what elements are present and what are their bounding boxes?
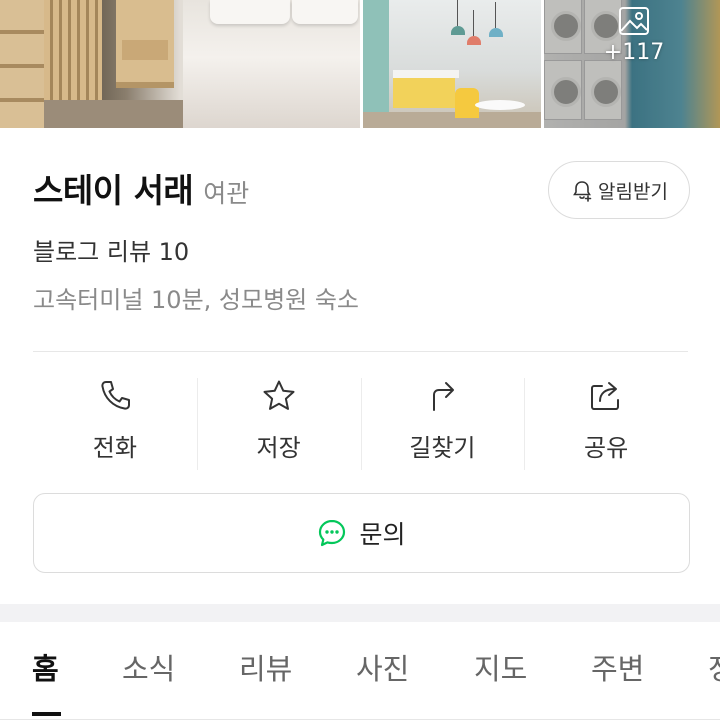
- star-icon: [263, 380, 295, 410]
- photo-detail: [0, 0, 44, 128]
- image-icon: [619, 7, 649, 35]
- photo-detail: [292, 0, 358, 24]
- inquiry-label: 문의: [359, 520, 406, 549]
- photo-detail: [467, 10, 481, 45]
- save-label: 저장: [256, 434, 301, 462]
- chat-icon: [319, 519, 346, 547]
- tab-news[interactable]: 소식: [122, 646, 175, 688]
- tab-home[interactable]: 홈: [32, 646, 59, 688]
- blog-review-link[interactable]: 블로그 리뷰 10: [33, 232, 189, 267]
- photo-detail: [489, 2, 503, 37]
- place-name: 스테이 서래: [33, 171, 194, 210]
- tab-photos[interactable]: 사진: [356, 646, 409, 688]
- photo-detail: [393, 70, 459, 78]
- place-category: 여관: [203, 179, 250, 208]
- tab-map[interactable]: 지도: [474, 646, 527, 688]
- notify-button[interactable]: 알림받기: [548, 161, 690, 219]
- notify-button-label: 알림받기: [598, 180, 668, 203]
- photo-detail: [363, 0, 389, 128]
- tab-nearby[interactable]: 주변: [591, 646, 644, 688]
- call-label: 전화: [92, 434, 137, 462]
- active-tab-indicator: [32, 712, 61, 716]
- section-separator: [0, 604, 720, 622]
- action-bar: 전화 저장 길찾기 공유: [33, 370, 688, 470]
- call-button[interactable]: 전화: [33, 370, 197, 470]
- directions-label: 길찾기: [409, 434, 476, 462]
- photo-detail: [451, 0, 465, 35]
- photo-detail: [44, 100, 184, 128]
- bedroom-photo[interactable]: [0, 0, 360, 128]
- kitchen-photo[interactable]: [363, 0, 541, 128]
- photo-detail: [393, 78, 455, 108]
- inquiry-button[interactable]: 문의: [33, 493, 690, 573]
- more-photos-button[interactable]: +117: [604, 6, 664, 65]
- directions-button[interactable]: 길찾기: [360, 370, 525, 470]
- photo-detail: [363, 112, 541, 128]
- share-icon: [591, 382, 620, 410]
- laundry-photo[interactable]: +117: [544, 0, 720, 128]
- save-button[interactable]: 저장: [196, 370, 361, 470]
- photo-detail: [475, 100, 525, 110]
- tab-bar: 홈 소식 리뷰 사진 지도 주변 정: [0, 622, 720, 720]
- divider: [33, 351, 688, 352]
- photo-gallery[interactable]: +117: [0, 0, 720, 128]
- bell-plus-icon: [573, 181, 592, 202]
- phone-icon: [101, 381, 130, 410]
- tab-info[interactable]: 정: [708, 646, 720, 688]
- directions-icon: [433, 382, 455, 411]
- share-label: 공유: [584, 434, 629, 462]
- photo-detail: [210, 0, 290, 24]
- photo-detail: [116, 0, 174, 88]
- place-title: 스테이 서래 여관: [33, 164, 249, 212]
- tab-reviews[interactable]: 리뷰: [239, 646, 292, 688]
- place-description: 고속터미널 10분, 성모병원 숙소: [33, 286, 360, 314]
- share-button[interactable]: 공유: [524, 370, 688, 470]
- more-photos-count: +117: [603, 40, 665, 65]
